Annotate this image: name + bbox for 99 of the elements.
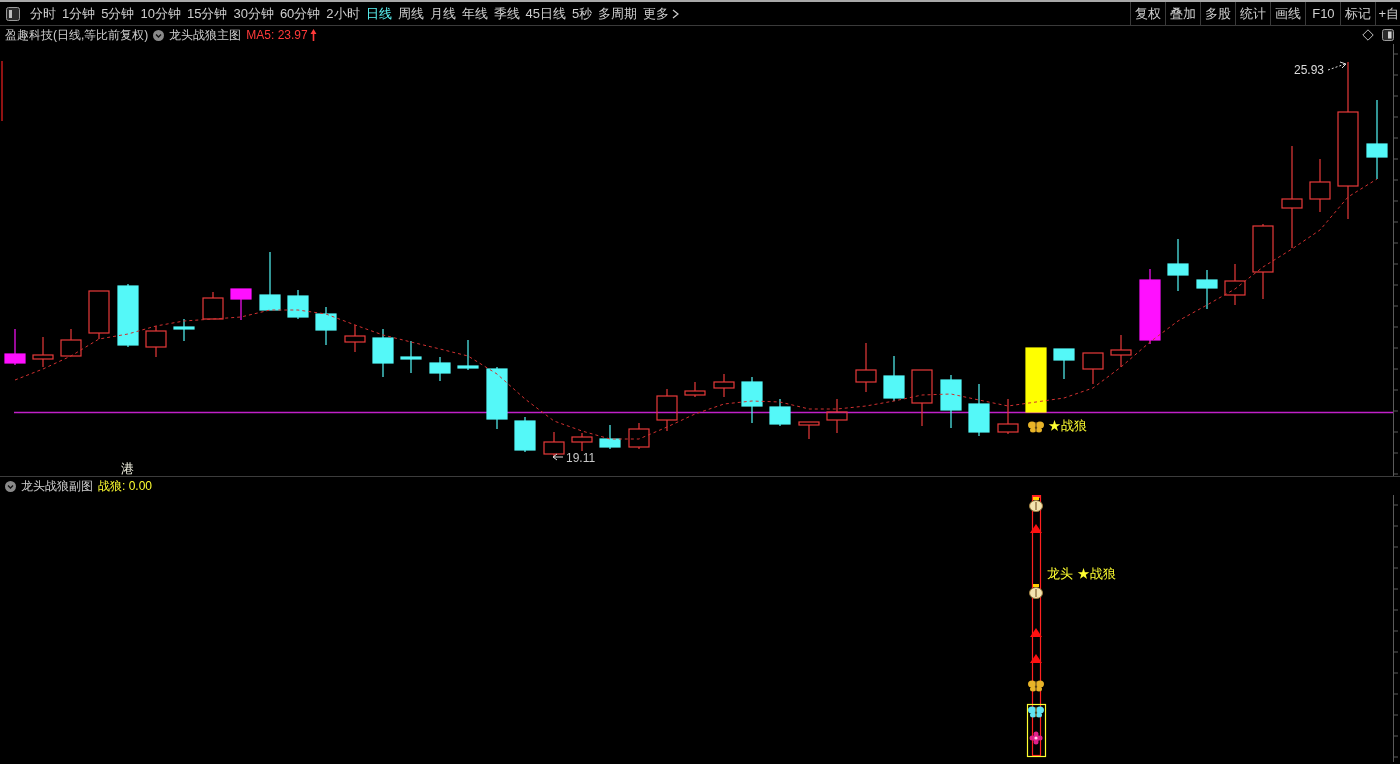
candlestick xyxy=(230,288,252,321)
period-tab[interactable]: 5秒 xyxy=(569,3,595,24)
period-tab[interactable]: 年线 xyxy=(459,3,491,24)
arrow-icon xyxy=(1327,61,1347,71)
candlestick xyxy=(400,340,422,374)
high-price-label: 25.93 xyxy=(1294,63,1325,77)
period-tab[interactable]: 周线 xyxy=(395,3,427,24)
chart-note: 港 xyxy=(121,461,134,476)
candlestick xyxy=(713,373,735,398)
candlestick xyxy=(599,424,621,450)
triangle-up-icon xyxy=(1030,628,1042,637)
toolbar-button[interactable]: 多股 xyxy=(1200,2,1236,25)
toolbar-button[interactable]: +自 xyxy=(1375,2,1400,25)
range-marker xyxy=(1,60,3,122)
candlestick xyxy=(1167,238,1189,292)
panel-icon[interactable] xyxy=(1382,29,1394,41)
period-tab[interactable]: 60分钟 xyxy=(277,3,323,24)
candlestick xyxy=(344,324,366,353)
candlestick xyxy=(1196,269,1218,310)
candlestick xyxy=(315,306,337,346)
candlestick xyxy=(628,422,650,450)
candlestick xyxy=(684,381,706,398)
period-tab[interactable]: 1分钟 xyxy=(59,3,98,24)
toolbar-button[interactable]: 复权 xyxy=(1130,2,1166,25)
candlestick xyxy=(145,325,167,358)
candlestick xyxy=(60,328,82,357)
candlestick xyxy=(202,291,224,320)
candlestick xyxy=(32,336,54,368)
indicator-name: 龙头战狼副图 xyxy=(21,477,93,495)
period-tab[interactable]: 15分钟 xyxy=(184,3,230,24)
candlestick xyxy=(1309,158,1331,213)
candlestick xyxy=(372,328,394,378)
stock-title: 盈趣科技(日线,等比前复权) xyxy=(5,26,149,44)
period-tab[interactable]: 45日线 xyxy=(523,3,569,24)
money-bag-icon xyxy=(1029,584,1043,599)
triangle-up-icon xyxy=(1030,654,1042,663)
candlestick xyxy=(911,369,933,427)
butterfly-icon xyxy=(1028,680,1044,692)
candlestick xyxy=(769,398,791,427)
flower-icon xyxy=(1029,731,1043,745)
butterfly-icon xyxy=(1028,706,1044,718)
toolbar-button[interactable]: F10 xyxy=(1305,2,1341,25)
triangle-up-icon xyxy=(1030,524,1042,533)
signal-label: 龙头 ★战狼 xyxy=(1047,566,1116,581)
candlestick xyxy=(1053,348,1075,380)
money-bag-icon xyxy=(1029,497,1043,512)
toolbar-button[interactable]: 叠加 xyxy=(1165,2,1201,25)
candlestick xyxy=(1224,263,1246,306)
indicator-reading: 战狼: 0.00 xyxy=(98,477,153,495)
period-tab[interactable]: 分时 xyxy=(27,3,59,24)
candlestick xyxy=(543,431,565,458)
period-tab[interactable]: 月线 xyxy=(427,3,459,24)
period-tab[interactable]: 5分钟 xyxy=(98,3,137,24)
period-tab[interactable]: 2小时 xyxy=(323,3,363,24)
candlestick xyxy=(4,328,26,366)
period-tab[interactable]: 更多 xyxy=(640,3,672,24)
ma-reading: MA5: 23.97 xyxy=(246,28,308,42)
up-arrow-icon xyxy=(309,29,317,41)
low-price-label: 19.11 xyxy=(566,451,596,465)
candlestick xyxy=(855,342,877,393)
candlestick xyxy=(798,421,820,440)
indicator-name: 龙头战狼主图 xyxy=(169,26,242,44)
candlestick xyxy=(1110,334,1132,368)
candlestick xyxy=(514,416,536,453)
candlestick xyxy=(1025,347,1047,413)
candlestick xyxy=(997,398,1019,435)
candlestick xyxy=(88,290,110,340)
period-tab[interactable]: 多周期 xyxy=(595,3,640,24)
toolbar-button[interactable]: 标记 xyxy=(1340,2,1376,25)
butterfly-icon xyxy=(1028,421,1044,433)
chevron-down-icon[interactable] xyxy=(153,29,165,41)
toolbar-button[interactable]: 画线 xyxy=(1270,2,1306,25)
candlestick xyxy=(117,283,139,348)
candlestick xyxy=(259,251,281,311)
chevron-down-icon[interactable] xyxy=(5,480,16,492)
highlight-frame xyxy=(1026,703,1047,758)
candlestick xyxy=(968,383,990,437)
candlestick xyxy=(883,355,905,402)
period-tab[interactable]: 日线 xyxy=(363,3,395,24)
candlestick xyxy=(826,398,848,434)
candlestick xyxy=(940,374,962,429)
candlestick xyxy=(486,366,508,430)
signal-label: ★战狼 xyxy=(1048,418,1087,433)
candlestick xyxy=(173,318,195,342)
diamond-icon[interactable] xyxy=(1362,29,1374,41)
candlestick xyxy=(457,339,479,371)
candlestick xyxy=(429,356,451,382)
candlestick xyxy=(287,289,309,320)
period-tab[interactable]: 10分钟 xyxy=(137,3,184,24)
period-tab[interactable]: 季线 xyxy=(491,3,523,24)
chevron-right-icon[interactable] xyxy=(672,8,680,19)
period-tab[interactable]: 30分钟 xyxy=(230,3,277,24)
sidebar-icon[interactable] xyxy=(6,6,20,21)
candlestick xyxy=(656,388,678,432)
left-arrow-icon xyxy=(552,453,564,461)
toolbar-button[interactable]: 统计 xyxy=(1235,2,1271,25)
candlestick xyxy=(1082,352,1104,385)
candlestick xyxy=(571,432,593,452)
candlestick xyxy=(741,376,763,424)
